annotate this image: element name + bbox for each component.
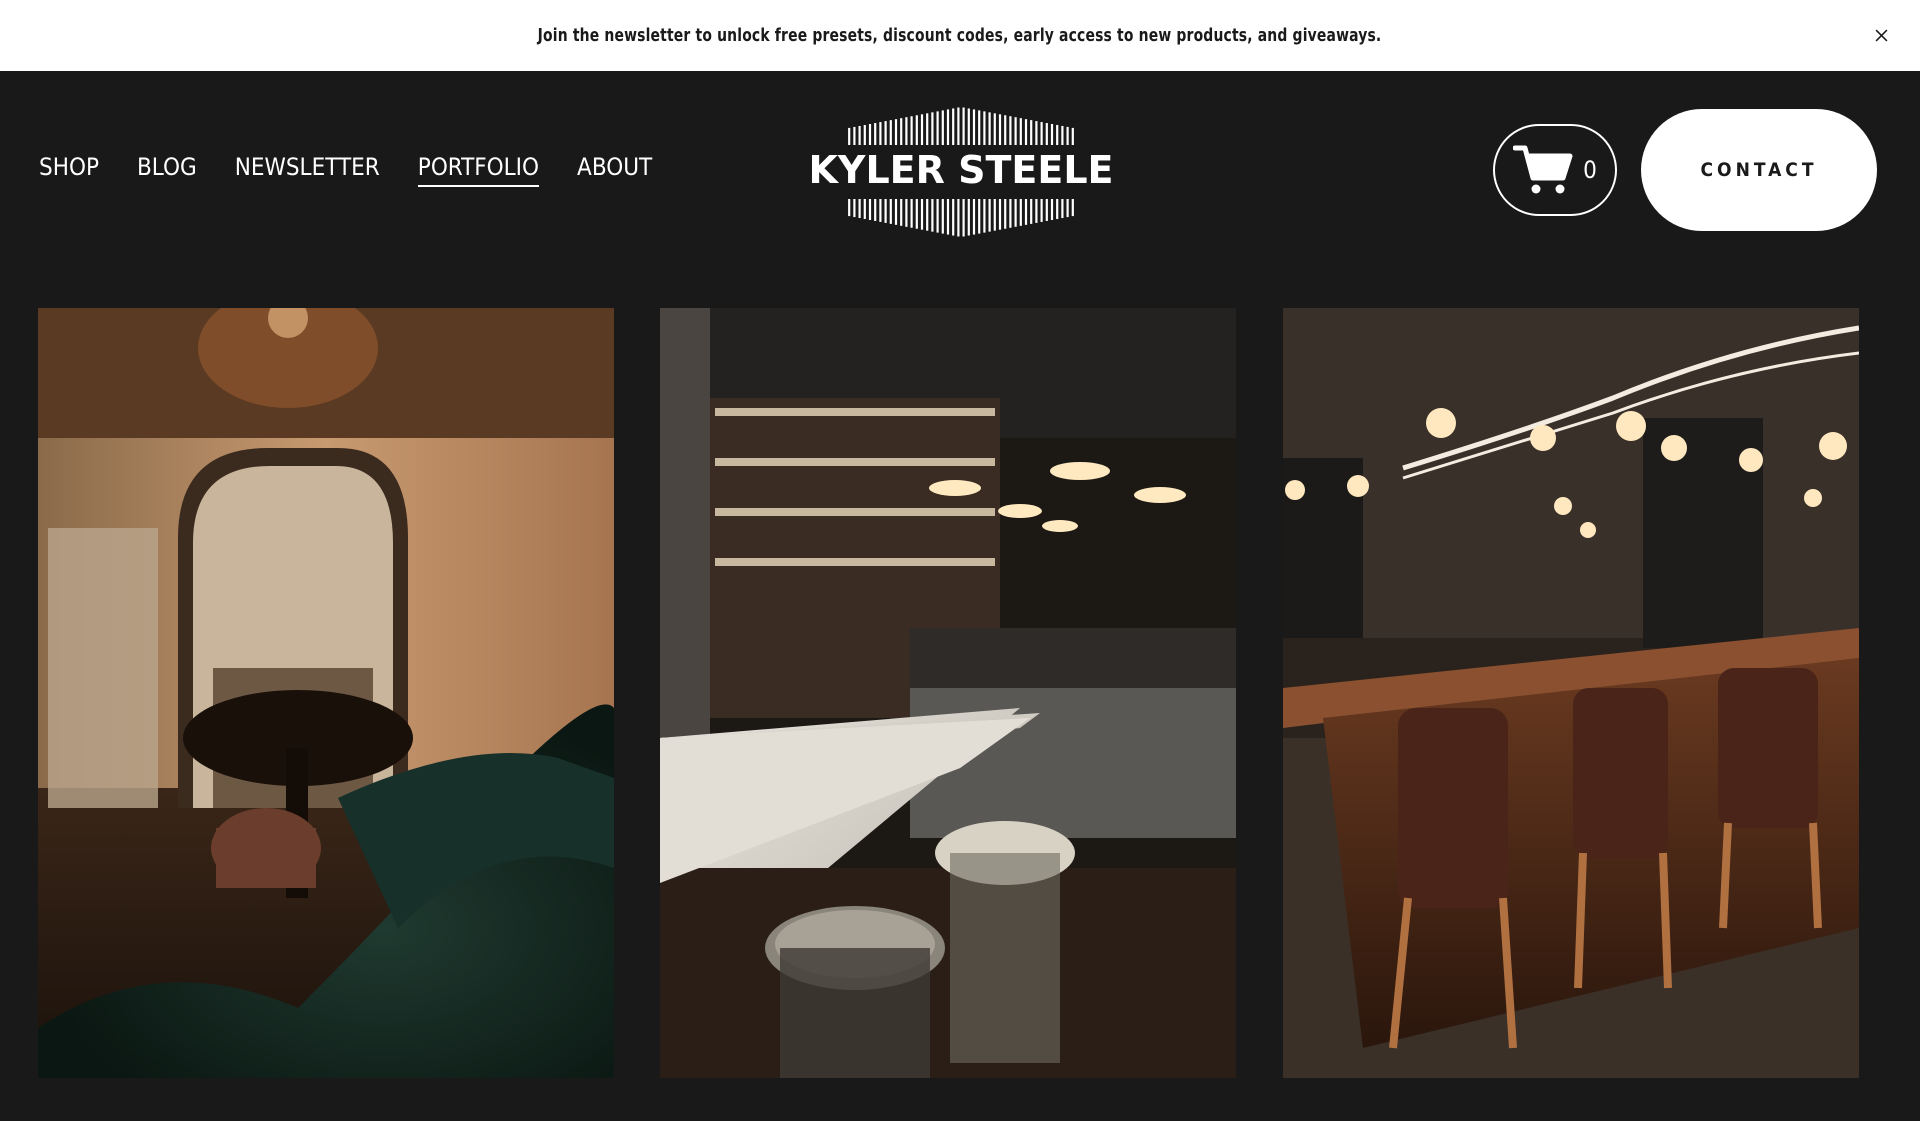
restaurant-booth-photo[interactable]	[38, 308, 614, 1078]
close-icon[interactable]	[1866, 20, 1896, 50]
site-logo[interactable]: KYLER STEELE	[804, 99, 1118, 243]
site-header: SHOP BLOG NEWSLETTER PORTFOLIO ABOUT KYL…	[0, 71, 1920, 311]
nav-item-shop[interactable]: SHOP	[39, 155, 99, 187]
main-nav: SHOP BLOG NEWSLETTER PORTFOLIO ABOUT	[39, 155, 690, 187]
cart-count: 0	[1583, 156, 1597, 184]
dining-bar-photo[interactable]	[1283, 308, 1859, 1078]
nav-item-about[interactable]: ABOUT	[577, 155, 652, 187]
contact-button-label: CONTACT	[1700, 159, 1818, 181]
deli-counter-photo[interactable]	[660, 308, 1236, 1078]
cart-button[interactable]: 0	[1493, 124, 1617, 216]
logo-text: KYLER STEELE	[808, 148, 1114, 192]
portfolio-gallery	[38, 308, 1859, 1078]
announcement-text: Join the newsletter to unlock free prese…	[538, 25, 1382, 46]
cart-icon	[1513, 145, 1573, 194]
announcement-bar: Join the newsletter to unlock free prese…	[0, 0, 1920, 71]
nav-item-newsletter[interactable]: NEWSLETTER	[235, 155, 380, 187]
nav-item-blog[interactable]: BLOG	[137, 155, 197, 187]
contact-button[interactable]: CONTACT	[1641, 109, 1877, 231]
nav-item-portfolio[interactable]: PORTFOLIO	[417, 155, 540, 187]
